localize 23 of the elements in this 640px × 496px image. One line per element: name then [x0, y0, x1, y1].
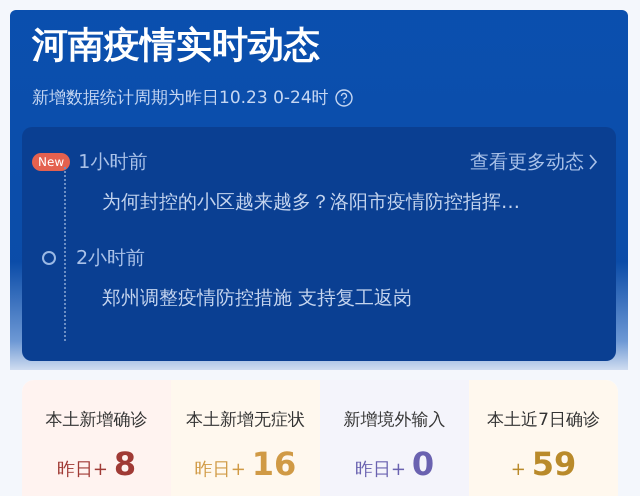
- stat-prefix: 昨日+: [56, 458, 108, 481]
- stat-label: 本土新增无症状: [186, 409, 305, 431]
- new-badge: New: [32, 153, 70, 171]
- timeline-dot-icon: [42, 251, 56, 265]
- stats-period-note: 新增数据统计周期为昨日10.23 0-24时: [32, 87, 329, 109]
- stat-prefix: +: [510, 459, 526, 480]
- stat-prefix: 昨日+: [354, 458, 406, 481]
- help-icon[interactable]: [334, 88, 353, 106]
- stat-prefix: 昨日+: [194, 458, 246, 481]
- more-news-link[interactable]: 查看更多动态: [470, 149, 598, 175]
- news-headline[interactable]: 为何封控的小区越来越多？洛阳市疫情防控指挥…: [102, 189, 598, 215]
- chevron-right-icon: [588, 153, 598, 171]
- stat-label: 新增境外输入: [344, 409, 446, 431]
- stat-label: 本土新增确诊: [46, 409, 148, 431]
- news-time: 1小时前: [78, 150, 148, 175]
- news-headline[interactable]: 郑州调整疫情防控措施 支持复工返岗: [102, 285, 598, 311]
- stat-value: 16: [252, 445, 296, 483]
- stat-label: 本土近7日确诊: [487, 409, 600, 431]
- stat-value: 8: [114, 445, 136, 483]
- stat-value: 0: [412, 445, 434, 483]
- stat-value: 59: [532, 445, 576, 483]
- news-time: 2小时前: [76, 246, 146, 271]
- page-title: 河南疫情实时动态: [32, 24, 321, 68]
